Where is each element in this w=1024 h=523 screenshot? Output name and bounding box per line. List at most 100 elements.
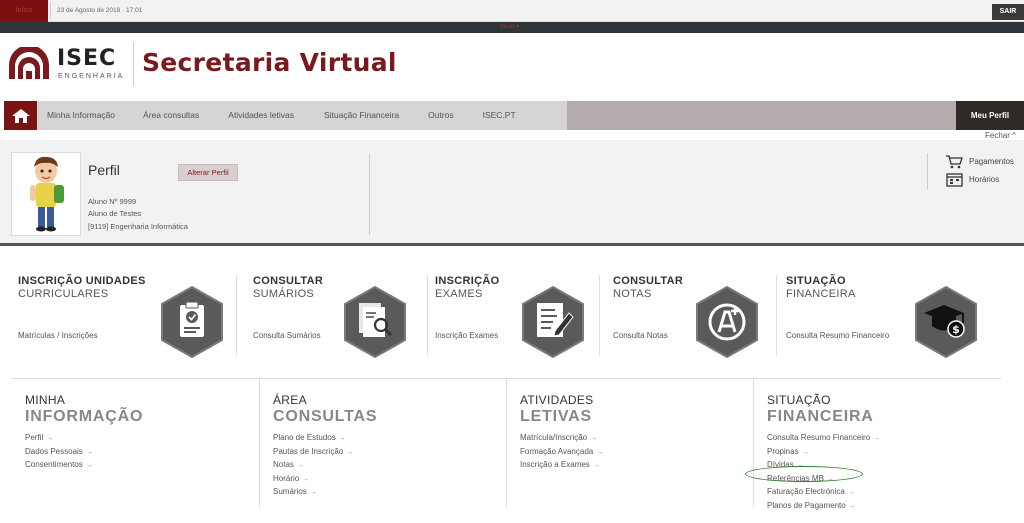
sitemap-link[interactable]: Consentimentos → [25, 459, 255, 473]
tile-link[interactable]: Matrículas / Inscrições [18, 331, 98, 340]
nav-item-minha-informacao[interactable]: Minha Informação [37, 101, 115, 130]
graduate-money-icon: $ [915, 285, 977, 359]
tile-consultar-notas[interactable]: CONSULTAR NOTAS Consulta Notas [613, 275, 773, 365]
profile-panel: Perfil Alterar Perfil Aluno Nº 9999 Alun… [0, 140, 1024, 246]
tile-title-line1: CONSULTAR [613, 275, 684, 287]
sitemap-link[interactable]: Formação Avançada → [520, 446, 750, 460]
sitemap-link[interactable]: Dados Pessoais → [25, 446, 255, 460]
sitemap-col-area-consultas: ÁREA CONSULTAS Plano de Estudos → Pautas d… [273, 393, 503, 523]
sitemap-col-atividades-letivas: ATIVIDADES LETIVAS Matrícula/Inscrição → F… [520, 393, 750, 523]
sitemap-link[interactable]: Propinas → [767, 446, 997, 460]
close-toggle[interactable]: Fechar ^ [985, 131, 1016, 140]
sitemap-link[interactable]: Consulta Resumo Financeiro → [767, 432, 997, 446]
arrow-right-icon: → [592, 462, 600, 469]
sitemap-link[interactable]: Inscrição a Exames → [520, 459, 750, 473]
sitemap-link-label: Notas [273, 460, 294, 469]
sitemap-heading-line2: INFORMAÇÃO [25, 408, 144, 425]
arrow-right-icon: → [46, 435, 54, 442]
tile-title: INSCRIÇÃO EXAMES [435, 275, 499, 301]
tile-situacao-financeira[interactable]: SITUAÇÃO FINANCEIRA Consulta Resumo Fina… [786, 275, 996, 365]
tile-inscricao-uc[interactable]: INSCRIÇÃO UNIDADES CURRICULARES Matrícul… [18, 275, 233, 365]
dark-strip: Início ▾ [0, 22, 1024, 33]
tile-title-line1: SITUAÇÃO [786, 275, 846, 287]
logout-button[interactable]: SAIR [992, 4, 1024, 20]
sitemap-link-label: Perfil [25, 433, 44, 442]
sitemap-heading-line1: MINHA [25, 393, 66, 407]
grade-a-plus-icon [696, 285, 758, 359]
sitemap-link[interactable]: Matrícula/Inscrição → [520, 432, 750, 446]
arrow-right-icon: → [309, 489, 317, 496]
sitemap-link-label: Plano de Estudos [273, 433, 336, 442]
arrow-right-icon: → [85, 448, 93, 456]
sitemap-col-minha-informacao: MINHA INFORMAÇÃO Perfil → Dados Pessoais → C… [25, 393, 255, 523]
nav-item-area-consultas[interactable]: Área consultas [115, 101, 199, 130]
page-title: Secretaria Virtual [142, 48, 397, 77]
sitemap-link[interactable]: Notas → [273, 459, 503, 473]
nav-item-atividades-letivas[interactable]: Atividades letivas [199, 101, 294, 130]
menu-toggle[interactable]: Início ▾ [500, 22, 519, 33]
sitemap-link-label: Formação Avançada [520, 446, 594, 456]
sitemap: MINHA INFORMAÇÃO Perfil → Dados Pessoais → C… [11, 378, 1001, 520]
divider [369, 153, 370, 235]
date-time: 23 de Agosto de 2018 · 17:01 [57, 7, 143, 14]
quick-link-pagamentos[interactable]: Pagamentos [945, 154, 1014, 169]
quick-link-label: Pagamentos [969, 157, 1014, 166]
quick-link-horarios[interactable]: Horários [945, 172, 999, 187]
tile-inscricao-exames[interactable]: INSCRIÇÃO EXAMES Inscrição Exames [435, 275, 595, 365]
nav-item-isec-pt[interactable]: ISEC.PT [454, 101, 516, 130]
home-button[interactable] [4, 101, 37, 130]
nav-item-situacao-financeira[interactable]: Situação Financeira [294, 101, 399, 130]
top-bar: Início 23 de Agosto de 2018 · 17:01 SAIR [0, 0, 1024, 22]
divider [236, 275, 237, 355]
student-number: Aluno Nº 9999 [88, 197, 137, 206]
divider [599, 275, 600, 355]
sitemap-link-label: Faturação Electrónica [767, 487, 845, 496]
shortcut-tiles: INSCRIÇÃO UNIDADES CURRICULARES Matrícul… [0, 265, 1024, 365]
tile-link[interactable]: Inscrição Exames [435, 331, 498, 340]
divider [927, 153, 928, 189]
nav-items: Minha Informação Área consultas Atividad… [37, 101, 516, 130]
divider [753, 379, 754, 507]
sitemap-link[interactable]: Faturação Electrónica → [767, 486, 997, 500]
tile-link[interactable]: Consulta Sumários [253, 331, 321, 340]
sitemap-link-label: Matrícula/Inscrição [520, 433, 588, 442]
tile-link[interactable]: Consulta Resumo Financeiro [786, 331, 889, 340]
home-shortcut[interactable]: Início [0, 0, 48, 22]
sitemap-link-label: Dados Pessoais [25, 446, 83, 456]
isec-arch-icon [9, 47, 49, 79]
quick-link-label: Horários [969, 175, 1000, 184]
exam-pencil-icon [522, 285, 584, 359]
sitemap-link[interactable]: Horário → [273, 473, 503, 487]
calendar-icon [946, 173, 963, 187]
arrow-right-icon: → [801, 448, 809, 456]
sitemap-link[interactable]: Pautas de Inscrição → [273, 446, 503, 460]
sitemap-heading-line1: SITUAÇÃO [767, 393, 831, 407]
isec-logo[interactable]: ISEC ENGENHARIA [7, 44, 131, 84]
arrow-right-icon: → [873, 435, 881, 442]
tile-title-line2: EXAMES [435, 288, 483, 300]
tile-title-line1: CONSULTAR [253, 275, 324, 287]
sitemap-links: Plano de Estudos → Pautas de Inscrição → Not… [273, 432, 503, 500]
divider [427, 275, 428, 355]
tile-consultar-sumarios[interactable]: CONSULTAR SUMÁRIOS Consulta Sumários [253, 275, 423, 365]
sitemap-link[interactable]: Plano de Estudos → [273, 432, 503, 446]
divider [133, 42, 134, 86]
change-profile-button[interactable]: Alterar Perfil [178, 164, 238, 181]
arrow-right-icon: → [302, 475, 310, 483]
nav-item-outros[interactable]: Outros [399, 101, 454, 130]
tile-title-line1: INSCRIÇÃO [435, 275, 500, 287]
profile-menu-button[interactable]: Meu Perfil [956, 101, 1024, 130]
sitemap-link[interactable]: Sumários → [273, 486, 503, 500]
tile-link[interactable]: Consulta Notas [613, 331, 668, 340]
arrow-right-icon: → [296, 462, 304, 469]
tile-title-line1: INSCRIÇÃO UNIDADES [18, 275, 146, 287]
sitemap-links: Matrícula/Inscrição → Formação Avançada → In… [520, 432, 750, 473]
tile-title-line2: SUMÁRIOS [253, 288, 315, 300]
divider [259, 379, 260, 507]
student-name: Aluno de Testes [88, 209, 142, 218]
sitemap-link[interactable]: Planos de Pagamento → [767, 500, 997, 514]
sitemap-link[interactable]: Perfil → [25, 432, 255, 446]
sitemap-link-label: Inscrição a Exames [520, 460, 590, 469]
sitemap-link-label: Horário [273, 473, 300, 483]
document-search-icon [344, 285, 406, 359]
